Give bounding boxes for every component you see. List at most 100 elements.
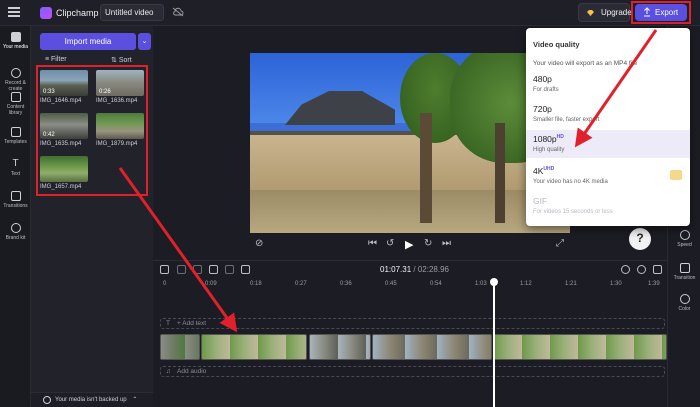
rail-item-color[interactable]: Color	[668, 294, 700, 312]
player-controls: ⊘ ⏮ ↺ ▶ ↻ ⏭ ⤢	[250, 238, 570, 252]
ruler-tick: 1:30	[610, 281, 622, 287]
option-label: GIF	[533, 196, 548, 206]
media-thumbnail[interactable]: 0:42	[40, 113, 88, 139]
backup-label: Your media isn't backed up	[55, 397, 127, 403]
music-note-icon: ♫	[166, 368, 171, 375]
option-sub: High quality	[533, 147, 565, 153]
rail-item-transition[interactable]: Transition	[668, 263, 700, 281]
import-dropdown-button[interactable]: ⌄	[138, 33, 151, 50]
magic-icon[interactable]	[160, 265, 169, 274]
timeline-clip[interactable]	[309, 334, 371, 360]
help-button[interactable]: ?	[629, 228, 651, 250]
media-duration: 0:26	[99, 89, 111, 95]
media-thumbnail[interactable]	[40, 156, 88, 182]
chevron-down-icon: ⌄	[141, 38, 148, 45]
timeline-ruler[interactable]: 0 0:09 0:18 0:27 0:36 0:45 0:54 1:03 1:1…	[153, 279, 667, 292]
timecode: 01:07.31 / 02:28.96	[380, 265, 449, 274]
redo-icon[interactable]	[193, 265, 202, 274]
timeline-clip[interactable]	[160, 334, 200, 360]
menu-icon[interactable]	[8, 7, 20, 17]
rail-item-speed[interactable]: Speed	[668, 230, 700, 248]
filter-button[interactable]: ≡ Filter	[45, 56, 67, 63]
rail-item-content-library[interactable]: Content library	[0, 92, 31, 116]
rail-label: Content library	[6, 104, 25, 116]
forward-5-icon[interactable]: ↻	[424, 238, 432, 249]
rail-item-text[interactable]: T Text	[0, 159, 31, 178]
ruler-tick: 1:03	[475, 281, 487, 287]
option-label: 720p	[533, 104, 552, 114]
undo-icon[interactable]	[177, 265, 186, 274]
diamond-icon	[587, 10, 594, 16]
cloud-off-icon	[172, 7, 184, 17]
zoom-in-icon[interactable]	[637, 265, 646, 274]
rail-label: Speed	[677, 242, 692, 248]
media-thumbnail[interactable]: 0:33	[40, 70, 88, 96]
quality-option-480p[interactable]: 480p For drafts	[526, 70, 690, 98]
timeline-clip[interactable]	[201, 334, 307, 360]
zoom-out-icon[interactable]	[621, 265, 630, 274]
backup-warning[interactable]: Your media isn't backed up ⌃	[31, 392, 153, 407]
transitions-icon	[10, 191, 21, 201]
add-text-track[interactable]: T + Add text	[160, 318, 665, 329]
add-audio-track[interactable]: ♫ Add audio	[160, 366, 665, 377]
delete-icon[interactable]	[225, 265, 234, 274]
timeline-clip[interactable]	[372, 334, 492, 360]
timeline-tracks: T + Add text ♫ Add audio	[153, 292, 667, 407]
quality-option-4k[interactable]: 4KUHD Your video has no 4K media	[526, 162, 690, 190]
left-rail: Your media Record & create Content libra…	[0, 26, 31, 407]
clipchamp-logo	[40, 7, 52, 19]
fit-timeline-icon[interactable]	[653, 265, 662, 274]
duplicate-icon[interactable]	[241, 265, 250, 274]
library-icon	[10, 92, 21, 102]
premium-diamond-icon	[670, 170, 682, 180]
upgrade-button[interactable]: Upgrade	[578, 3, 632, 22]
media-thumbnail[interactable]: 0:26	[96, 70, 144, 96]
media-filename: IMG_1879.mp4	[96, 141, 138, 147]
ruler-tick: 0:09	[205, 281, 217, 287]
rail-label: Transition	[673, 275, 696, 281]
option-sub: For drafts	[533, 87, 559, 93]
play-icon[interactable]: ▶	[405, 238, 413, 251]
quality-option-1080p[interactable]: 1080pHD High quality	[526, 130, 690, 158]
media-filename: IMG_1636.mp4	[96, 98, 138, 104]
chevron-up-icon: ⌃	[132, 397, 138, 403]
record-icon	[10, 68, 21, 78]
add-audio-label: Add audio	[177, 368, 207, 375]
rail-item-templates[interactable]: Templates	[0, 127, 31, 145]
import-media-button[interactable]: Import media	[40, 33, 136, 50]
ruler-tick: 0:18	[250, 281, 262, 287]
rail-item-your-media[interactable]: Your media	[0, 32, 31, 50]
quality-option-720p[interactable]: 720p Smaller file, faster export	[526, 100, 690, 128]
captions-off-icon[interactable]: ⊘	[255, 238, 263, 249]
playhead-handle[interactable]	[490, 278, 498, 286]
skip-forward-icon[interactable]: ⏭	[442, 238, 451, 249]
ruler-tick: 0:36	[340, 281, 352, 287]
option-sub: For videos 15 seconds or less	[533, 209, 613, 215]
timeline-clip[interactable]	[493, 334, 667, 360]
rail-label: Color	[678, 306, 691, 312]
filter-label: Filter	[51, 56, 67, 63]
menu-heading: Video quality	[533, 40, 580, 49]
export-highlight-box	[631, 1, 691, 24]
rail-label: Brand kit	[5, 235, 26, 241]
video-preview[interactable]	[250, 53, 570, 233]
add-text-label: + Add text	[177, 320, 207, 327]
timeline-toolbar: 01:07.31 / 02:28.96	[153, 260, 667, 278]
transition-icon	[679, 263, 690, 273]
playhead[interactable]	[493, 279, 495, 407]
fullscreen-icon[interactable]: ⤢	[556, 238, 564, 249]
sort-button[interactable]: ⇅ Sort	[111, 56, 132, 64]
rail-item-transitions[interactable]: Transitions	[0, 191, 31, 209]
option-label: 4K	[533, 166, 544, 176]
ruler-tick: 1:12	[520, 281, 532, 287]
total-time: 02:28.96	[417, 265, 449, 274]
rewind-5-icon[interactable]: ↺	[386, 238, 394, 249]
video-title-input[interactable]: Untitled video	[100, 4, 164, 21]
rail-item-record[interactable]: Record & create	[0, 68, 31, 92]
media-thumbnail[interactable]	[96, 113, 144, 139]
split-icon[interactable]	[209, 265, 218, 274]
current-time: 01:07.31	[380, 265, 412, 274]
top-bar: Clipchamp Untitled video Upgrade Export …	[0, 0, 700, 26]
rail-item-brand-kit[interactable]: Brand kit	[0, 223, 31, 241]
skip-back-icon[interactable]: ⏮	[368, 238, 377, 249]
